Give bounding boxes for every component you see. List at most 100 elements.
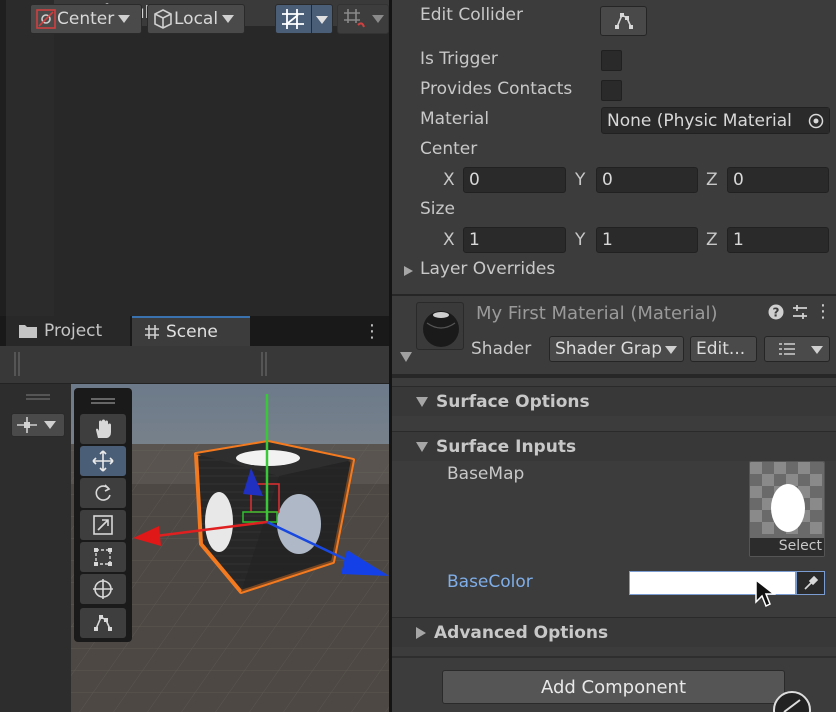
object-picker-icon[interactable]: [803, 108, 829, 133]
basemap-texture-slot[interactable]: Select: [749, 461, 825, 557]
center-z-value: 0: [733, 170, 744, 190]
svg-text:?: ?: [773, 306, 780, 320]
button-separator: [311, 5, 312, 33]
sliders-icon: [793, 305, 807, 319]
is-trigger-checkbox[interactable]: [601, 50, 622, 71]
hand-icon: [96, 419, 111, 438]
edit-collider-label: Edit Collider: [420, 5, 524, 25]
component-menu-icon[interactable]: ⋮: [814, 301, 832, 322]
provides-contacts-checkbox[interactable]: [601, 80, 622, 101]
tab-scene-label: Scene: [166, 322, 218, 342]
eyedropper-icon[interactable]: [796, 571, 825, 595]
size-z-value: 1: [733, 230, 744, 250]
center-x-field[interactable]: 0: [463, 167, 566, 193]
size-x-field[interactable]: 1: [463, 227, 566, 253]
provides-contacts-label: Provides Contacts: [420, 79, 573, 99]
edit-shader-button[interactable]: Edit...: [690, 336, 757, 362]
kebab-menu-icon[interactable]: ⋮: [360, 316, 384, 346]
loading-indicator-icon: [773, 691, 811, 712]
center-z-field[interactable]: 0: [727, 167, 829, 193]
custom-editor-tool-button[interactable]: [80, 608, 126, 638]
advanced-options-label: Advanced Options: [434, 622, 609, 643]
hand-tool-button[interactable]: [80, 414, 126, 444]
grid-snap-icon: [282, 9, 304, 29]
edit-collider-icon: [614, 13, 633, 29]
grid-snapping-toggle[interactable]: [275, 4, 333, 34]
size-z-field[interactable]: 1: [727, 227, 829, 253]
pivot-mode-dropdown[interactable]: Center: [30, 4, 142, 34]
chevron-down-icon: [44, 421, 56, 429]
eyedropper-glyph-icon: [803, 575, 818, 590]
rect-tool-button[interactable]: [80, 542, 126, 572]
surface-inputs-label: Surface Inputs: [436, 436, 577, 457]
presets-icon[interactable]: [792, 304, 808, 324]
surface-inputs-header[interactable]: Surface Inputs: [392, 431, 836, 461]
layer-overrides-foldout[interactable]: [404, 263, 413, 276]
toolbar-grip-icon[interactable]: [14, 352, 20, 376]
chevron-down-icon: [118, 15, 131, 23]
chevron-down-icon: [665, 346, 677, 354]
basemap-select-button[interactable]: Select: [750, 538, 824, 556]
section-separator: [392, 656, 836, 658]
tab-scene[interactable]: Scene: [132, 316, 250, 346]
size-y-label: Y: [575, 230, 586, 250]
folder-icon: [19, 325, 37, 338]
shader-value: Shader Grap: [555, 339, 662, 359]
size-label: Size: [420, 199, 455, 219]
scale-icon: [93, 515, 113, 535]
material-sphere-icon: [417, 303, 463, 349]
list-icon: [779, 343, 795, 355]
size-x-value: 1: [469, 230, 480, 250]
transform-tool-button[interactable]: [80, 574, 126, 604]
view-options-dropdown[interactable]: [11, 413, 65, 437]
increment-snap-toggle[interactable]: [337, 4, 389, 34]
add-component-button[interactable]: Add Component: [442, 670, 785, 704]
size-y-value: 1: [602, 230, 613, 250]
size-z-label: Z: [706, 230, 718, 250]
tab-project[interactable]: Project: [6, 316, 130, 346]
center-z-label: Z: [706, 170, 718, 190]
tool-panel-grip-icon[interactable]: [91, 398, 115, 404]
basecolor-label: BaseColor: [447, 572, 533, 592]
target-circle-icon: [808, 113, 824, 128]
physic-material-field[interactable]: None (Physic Material: [601, 107, 830, 134]
chevron-down-icon: [416, 441, 428, 452]
pivot-mode-label: Center: [57, 9, 115, 29]
size-y-field[interactable]: 1: [596, 227, 698, 253]
side-grip-icon[interactable]: [26, 394, 50, 400]
material-title: My First Material (Material): [476, 303, 718, 324]
surface-options-header[interactable]: Surface Options: [392, 386, 836, 416]
basemap-texture-preview: [750, 462, 824, 540]
toolbar-grip-icon[interactable]: [261, 352, 267, 376]
scale-tool-button[interactable]: [80, 510, 126, 540]
center-y-value: 0: [602, 170, 613, 190]
size-x-label: X: [443, 230, 455, 250]
pivot-space-dropdown[interactable]: Local: [147, 4, 245, 34]
material-label: Material: [420, 109, 490, 129]
center-y-field[interactable]: 0: [596, 167, 698, 193]
basemap-label: BaseMap: [447, 464, 525, 484]
layer-overrides-label[interactable]: Layer Overrides: [420, 259, 555, 279]
local-space-icon: [154, 9, 172, 29]
move-tool-button[interactable]: [80, 446, 126, 476]
rect-transform-icon: [94, 548, 112, 566]
help-icon[interactable]: ?: [768, 304, 784, 324]
edit-collider-icon: [94, 615, 112, 631]
chevron-down-icon[interactable]: [316, 16, 328, 24]
edit-collider-button[interactable]: [600, 6, 647, 36]
surface-options-label: Surface Options: [436, 391, 590, 412]
center-x-value: 0: [469, 170, 480, 190]
grid-hash-icon: [145, 325, 159, 339]
material-foldout-chevron-icon[interactable]: [400, 352, 412, 362]
chevron-down-icon: [372, 15, 384, 23]
transform-icon: [93, 579, 113, 599]
advanced-options-header[interactable]: Advanced Options: [392, 617, 836, 647]
rotate-tool-button[interactable]: [80, 478, 126, 508]
chevron-down-icon: [811, 346, 823, 354]
shader-dropdown[interactable]: Shader Grap: [549, 336, 684, 362]
edit-shader-label: Edit...: [696, 339, 746, 359]
shader-options-dropdown[interactable]: [764, 336, 830, 362]
hierarchy-indent-strip: [6, 0, 54, 316]
chevron-right-icon: [416, 626, 426, 639]
component-separator: [392, 294, 836, 296]
